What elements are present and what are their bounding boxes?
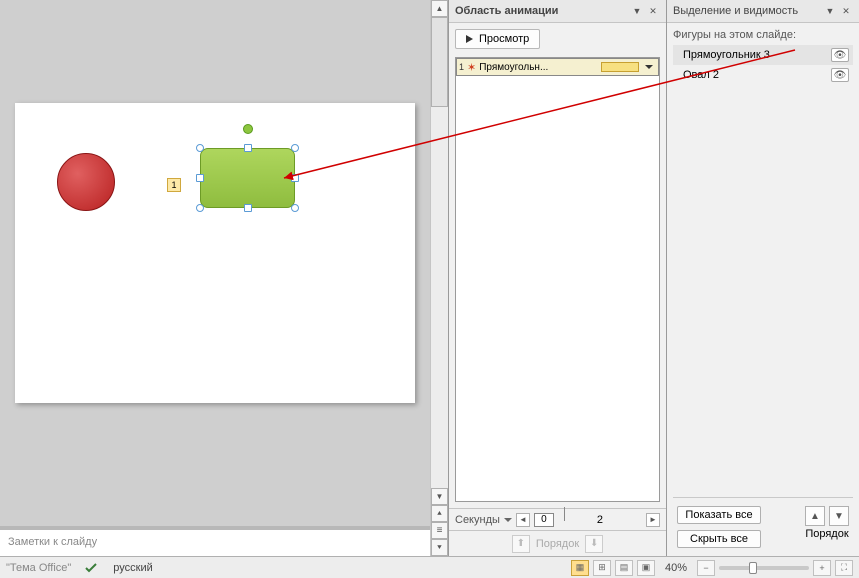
shape-rectangle[interactable] [200, 148, 295, 208]
scroll-down-icon[interactable]: ▼ [431, 488, 448, 505]
shape-oval[interactable] [57, 153, 115, 211]
zoom-out-icon[interactable]: − [697, 560, 715, 576]
chevron-down-icon[interactable] [645, 65, 653, 69]
status-bar: "Тема Office" русский ▦ ⊞ ▤ ▣ 40% − + ⛶ [0, 556, 859, 578]
play-button[interactable]: Просмотр [455, 29, 540, 49]
move-up-icon[interactable]: ⬆ [512, 535, 530, 553]
timeline-position: 0 [534, 513, 554, 527]
anim-item-label: Прямоугольн... [479, 62, 598, 73]
animation-tag[interactable]: 1 [167, 178, 181, 192]
scroll-up-icon[interactable]: ▲ [431, 0, 448, 17]
scroll-thumb[interactable] [431, 17, 448, 107]
pane-menu-icon[interactable]: ▼ [630, 4, 644, 18]
move-up-icon[interactable]: ▲ [805, 506, 825, 526]
shape-list: Прямоугольник 3 👁 Овал 2 👁 [673, 45, 853, 497]
anim-duration-bar[interactable] [601, 62, 639, 72]
resize-handle-icon[interactable] [196, 174, 204, 182]
order-label: Порядок [536, 538, 579, 550]
show-all-button[interactable]: Показать все [677, 506, 761, 524]
shape-list-item[interactable]: Прямоугольник 3 👁 [673, 45, 853, 65]
animation-list[interactable]: 1 ✶ Прямоугольн... [455, 57, 660, 502]
next-slide-icon[interactable]: ⯆ [431, 539, 448, 556]
slide-editor-area[interactable]: 1 [0, 0, 430, 526]
resize-handle-icon[interactable] [196, 144, 204, 152]
fit-window-icon[interactable]: ⛶ [835, 560, 853, 576]
resize-handle-icon[interactable] [291, 204, 299, 212]
visibility-toggle-icon[interactable]: 👁 [831, 68, 849, 82]
play-icon [466, 35, 473, 43]
resize-handle-icon[interactable] [291, 174, 299, 182]
shape-rectangle-selected[interactable]: 1 [190, 138, 305, 218]
language-label[interactable]: русский [113, 562, 152, 574]
sorter-view-icon[interactable]: ⊞ [593, 560, 611, 576]
shape-list-item[interactable]: Овал 2 👁 [673, 65, 853, 85]
animation-pane: Область анимации ▼ ✕ Просмотр 1 ✶ Прямоу… [448, 0, 666, 556]
visibility-toggle-icon[interactable]: 👁 [831, 48, 849, 62]
timeline-next-icon[interactable]: ► [646, 513, 660, 527]
resize-handle-icon[interactable] [244, 144, 252, 152]
chevron-down-icon[interactable] [504, 518, 512, 522]
animation-item[interactable]: 1 ✶ Прямоугольн... [456, 58, 659, 76]
slider-knob[interactable] [749, 562, 757, 574]
resize-handle-icon[interactable] [196, 204, 204, 212]
zoom-slider[interactable] [719, 566, 809, 570]
close-icon[interactable]: ✕ [646, 4, 660, 18]
slideshow-view-icon[interactable]: ▣ [637, 560, 655, 576]
close-icon[interactable]: ✕ [839, 4, 853, 18]
anim-index: 1 [459, 62, 464, 72]
move-down-icon[interactable]: ▼ [829, 506, 849, 526]
slide-canvas[interactable]: 1 [15, 103, 415, 403]
selection-hint: Фигуры на этом слайде: [673, 29, 853, 41]
timeline-label: Секунды [455, 514, 500, 526]
shape-name: Прямоугольник 3 [683, 49, 831, 61]
pane-menu-icon[interactable]: ▼ [823, 4, 837, 18]
normal-view-icon[interactable]: ▦ [571, 560, 589, 576]
entrance-effect-icon: ✶ [467, 61, 476, 74]
notes-placeholder[interactable]: Заметки к слайду [0, 526, 430, 556]
pane-title: Выделение и видимость [673, 5, 821, 17]
resize-handle-icon[interactable] [244, 204, 252, 212]
theme-label: "Тема Office" [6, 562, 71, 574]
move-down-icon[interactable]: ⬇ [585, 535, 603, 553]
shape-name: Овал 2 [683, 69, 831, 81]
hide-all-button[interactable]: Скрыть все [677, 530, 761, 548]
slide-nav-icon[interactable]: ≡ [431, 522, 448, 539]
selection-pane: Выделение и видимость ▼ ✕ Фигуры на этом… [666, 0, 859, 556]
rotation-handle-icon[interactable] [243, 124, 253, 134]
vertical-scrollbar[interactable]: ▲ ▼ ⯅ ≡ ⯆ [430, 0, 448, 556]
spellcheck-icon[interactable] [85, 562, 97, 574]
timeline-prev-icon[interactable]: ◄ [516, 513, 530, 527]
order-label: Порядок [805, 528, 848, 540]
reading-view-icon[interactable]: ▤ [615, 560, 633, 576]
pane-title: Область анимации [455, 5, 628, 17]
timeline-mark: 2 [597, 514, 603, 526]
zoom-value[interactable]: 40% [665, 562, 687, 574]
timeline-row: Секунды ◄ 0 2 ► [449, 508, 666, 530]
play-label: Просмотр [479, 33, 529, 45]
resize-handle-icon[interactable] [291, 144, 299, 152]
prev-slide-icon[interactable]: ⯅ [431, 505, 448, 522]
zoom-in-icon[interactable]: + [813, 560, 831, 576]
